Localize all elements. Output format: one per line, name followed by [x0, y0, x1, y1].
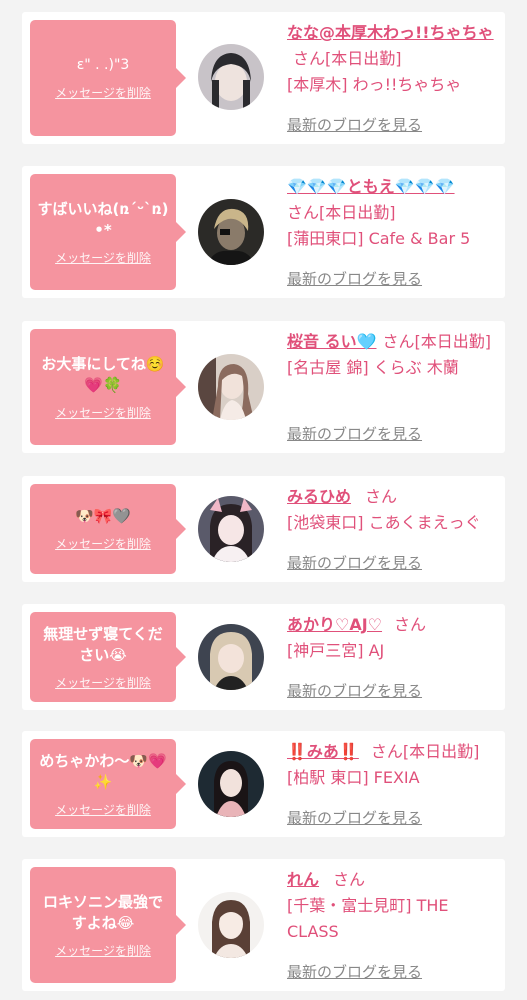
cast-name-link[interactable]: みるひめ [287, 487, 351, 506]
cast-name-link[interactable]: なな@本厚木わっ!!ちゃちゃ [287, 23, 494, 42]
shop-name: [柏駅 東口] FEXIA [287, 768, 420, 787]
honorific: さん [382, 332, 415, 351]
cast-name-link[interactable]: れん [287, 870, 319, 889]
message-card: 🐶🎀🩶 メッセージを削除 みるひめ さん [池袋東口] こあくまえっぐ 最新のブロ… [22, 476, 505, 582]
blog-link[interactable]: 最新のブログを見る [287, 423, 422, 444]
blog-link[interactable]: 最新のブログを見る [287, 961, 422, 982]
message-text: 無理せず寝てください😭 [43, 624, 163, 664]
avatar[interactable] [198, 44, 264, 110]
message-card: ε" . .)"3 メッセージを削除 なな@本厚木わっ!!ちゃちゃさん[本日出勤… [22, 12, 505, 144]
attendance-badge: [本日出勤] [319, 203, 396, 222]
blog-link[interactable]: 最新のブログを見る [287, 114, 422, 135]
cast-name-link[interactable]: 💎💎💎ともえ💎💎💎 [287, 177, 455, 196]
blog-link[interactable]: 最新のブログを見る [287, 552, 422, 573]
message-text: 🐶🎀🩶 [74, 507, 132, 525]
message-list: ε" . .)"3 メッセージを削除 なな@本厚木わっ!!ちゃちゃさん[本日出勤… [0, 0, 527, 1000]
cast-info: 桜音 るい🩵 さん[本日出勤] [名古屋 錦] くらぶ 木蘭 [287, 329, 499, 381]
message-bubble: 🐶🎀🩶 メッセージを削除 [30, 484, 186, 574]
blog-link[interactable]: 最新のブログを見る [287, 807, 422, 828]
cast-info: みるひめ さん [池袋東口] こあくまえっぐ [287, 484, 499, 536]
blog-link[interactable]: 最新のブログを見る [287, 268, 422, 289]
message-card: 無理せず寝てください😭 メッセージを削除 あかり♡AJ♡ さん [神戸三宮] AJ… [22, 604, 505, 710]
delete-message-link[interactable]: メッセージを削除 [55, 404, 151, 421]
attendance-badge: [本日出勤] [325, 49, 402, 68]
honorific: さん [394, 615, 427, 634]
message-card: お大事にしてね☺️💗🍀 メッセージを削除 桜音 るい🩵 さん[本日出勤] [名古屋… [22, 321, 505, 453]
shop-name: [本厚木] わっ!!ちゃちゃ [287, 75, 462, 94]
honorific: さん [293, 49, 326, 68]
message-bubble: お大事にしてね☺️💗🍀 メッセージを削除 [30, 329, 186, 445]
cast-info: ‼️みあ‼️ さん[本日出勤] [柏駅 東口] FEXIA [287, 739, 499, 791]
message-text: ε" . .)"3 [76, 57, 130, 73]
cast-name-link[interactable]: あかり♡AJ♡ [287, 615, 382, 634]
avatar[interactable] [198, 354, 264, 420]
delete-message-link[interactable]: メッセージを削除 [55, 249, 151, 266]
honorific: さん [287, 203, 320, 222]
shop-name: [名古屋 錦] くらぶ 木蘭 [287, 358, 459, 377]
delete-message-link[interactable]: メッセージを削除 [55, 801, 151, 818]
message-card: すばいいね(ռ´ᵕ`ռ)•* メッセージを削除 💎💎💎ともえ💎💎💎 さん[本日出勤… [22, 166, 505, 298]
delete-message-link[interactable]: メッセージを削除 [55, 942, 151, 959]
message-bubble: 無理せず寝てください😭 メッセージを削除 [30, 612, 186, 702]
blog-link[interactable]: 最新のブログを見る [287, 680, 422, 701]
avatar[interactable] [198, 199, 264, 265]
message-text: お大事にしてね☺️💗🍀 [41, 354, 165, 394]
message-bubble: ロキソニン最強ですよね😂 メッセージを削除 [30, 867, 186, 983]
delete-message-link[interactable]: メッセージを削除 [55, 535, 151, 552]
avatar[interactable] [198, 496, 264, 562]
cast-name-link[interactable]: 桜音 るい🩵 [287, 332, 377, 351]
message-card: ロキソニン最強ですよね😂 メッセージを削除 れん さん [千葉・富士見町] THE… [22, 859, 505, 991]
honorific: さん [370, 742, 403, 761]
cast-info: なな@本厚木わっ!!ちゃちゃさん[本日出勤] [本厚木] わっ!!ちゃちゃ [287, 20, 499, 98]
message-bubble: めちゃかわ〜🐶💗✨ メッセージを削除 [30, 739, 186, 829]
message-text: すばいいね(ռ´ᵕ`ռ)•* [37, 199, 169, 239]
message-text: めちゃかわ〜🐶💗✨ [39, 751, 167, 791]
shop-name: [池袋東口] こあくまえっぐ [287, 513, 481, 532]
avatar[interactable] [198, 751, 264, 817]
shop-name: [千葉・富士見町] THE CLASS [287, 896, 449, 941]
cast-info: あかり♡AJ♡ さん [神戸三宮] AJ [287, 612, 499, 664]
cast-info: れん さん [千葉・富士見町] THE CLASS [287, 867, 499, 945]
attendance-badge: [本日出勤] [402, 742, 480, 761]
shop-name: [蒲田東口] Cafe & Bar 5 [287, 229, 471, 248]
message-bubble: ε" . .)"3 メッセージを削除 [30, 20, 186, 136]
delete-message-link[interactable]: メッセージを削除 [55, 84, 151, 101]
avatar[interactable] [198, 624, 264, 690]
attendance-badge: [本日出勤] [414, 332, 492, 351]
honorific: さん [333, 870, 366, 889]
shop-name: [神戸三宮] AJ [287, 641, 385, 660]
cast-name-link[interactable]: ‼️みあ‼️ [287, 742, 359, 761]
avatar[interactable] [198, 892, 264, 958]
message-bubble: すばいいね(ռ´ᵕ`ռ)•* メッセージを削除 [30, 174, 186, 290]
honorific: さん [365, 487, 398, 506]
message-card: めちゃかわ〜🐶💗✨ メッセージを削除 ‼️みあ‼️ さん[本日出勤] [柏駅 東口… [22, 731, 505, 837]
cast-info: 💎💎💎ともえ💎💎💎 さん[本日出勤] [蒲田東口] Cafe & Bar 5 [287, 174, 499, 252]
message-text: ロキソニン最強ですよね😂 [42, 892, 163, 932]
delete-message-link[interactable]: メッセージを削除 [55, 674, 151, 691]
